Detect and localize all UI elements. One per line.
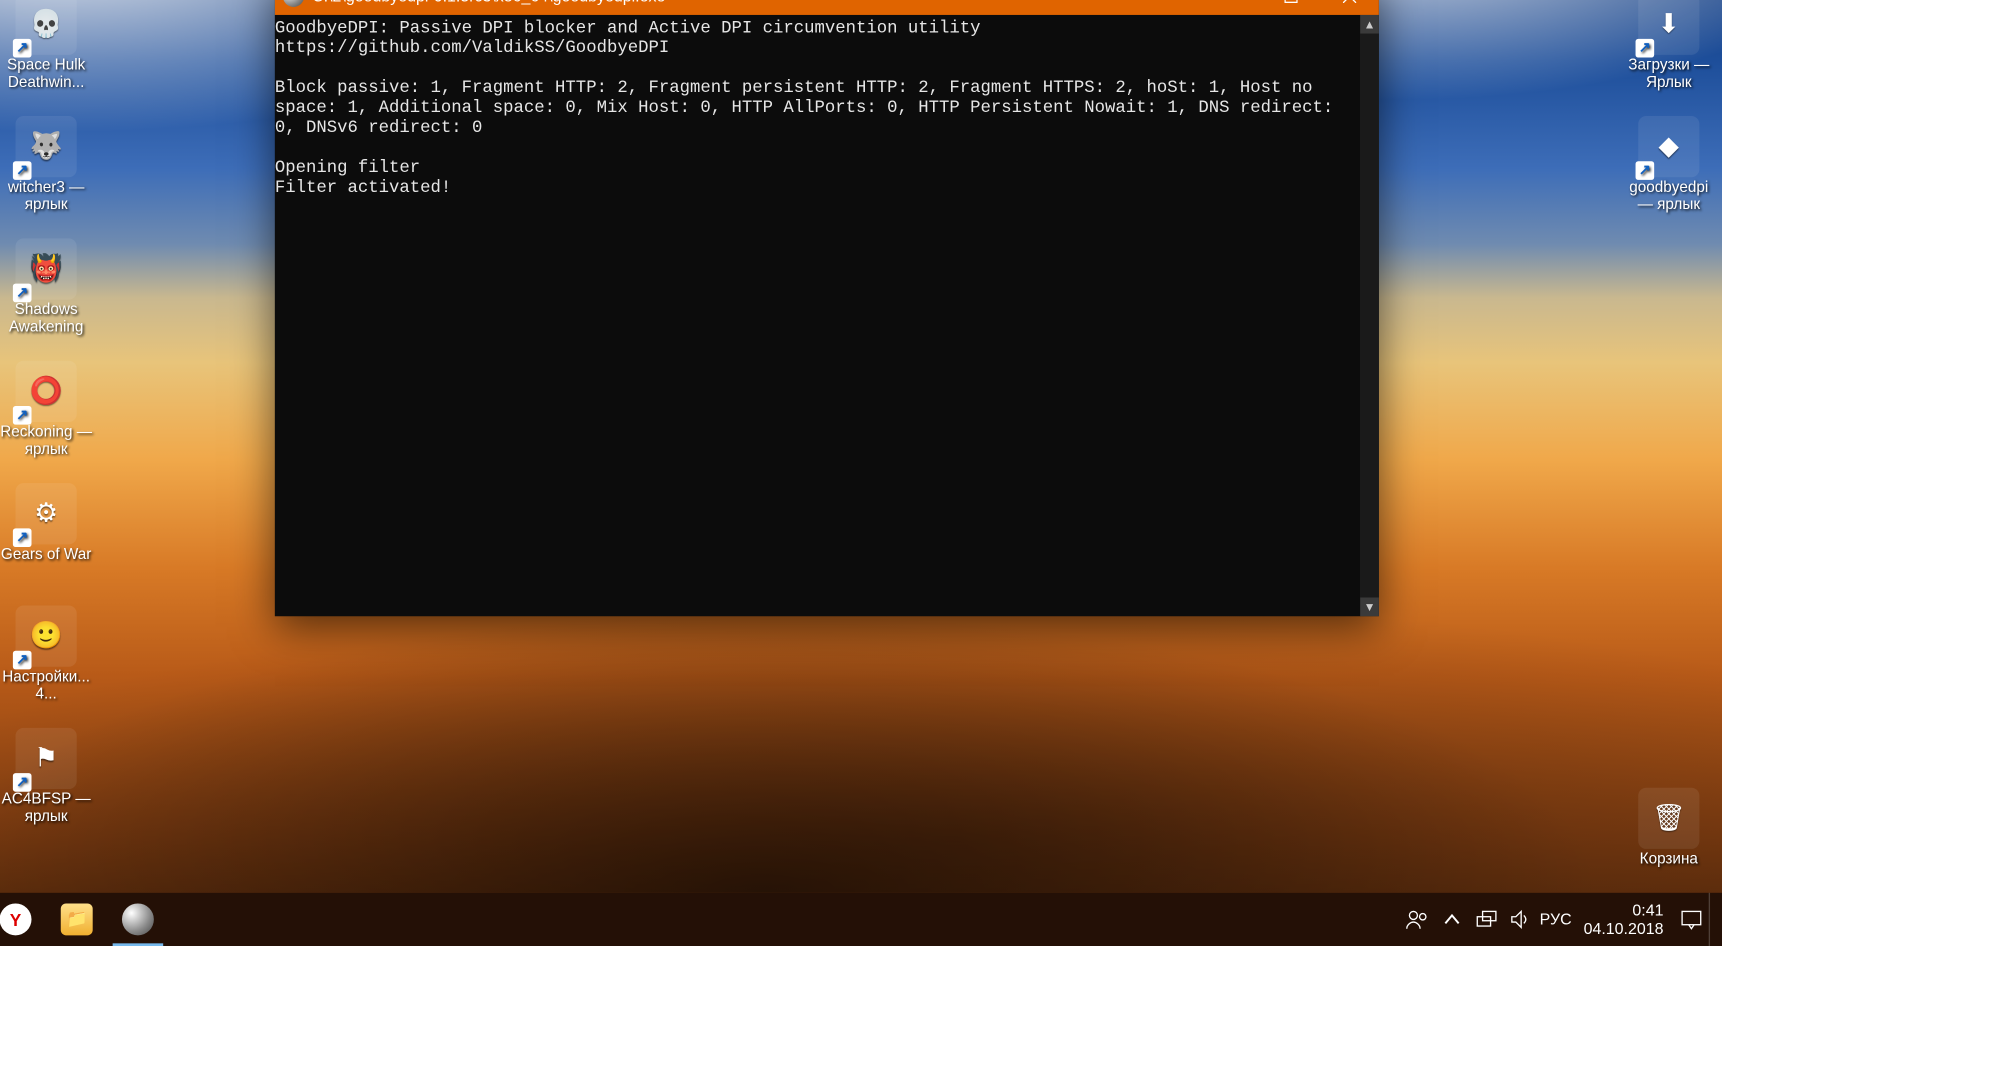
desktop-icon-right-2-label: goodbyedpi — ярлык xyxy=(1621,180,1717,215)
people-button[interactable] xyxy=(1400,893,1435,946)
scroll-down-icon[interactable]: ▼ xyxy=(1360,598,1379,617)
minimize-button[interactable] xyxy=(1203,0,1262,15)
close-icon xyxy=(1343,0,1356,3)
shortcut-arrow-icon: ↗ xyxy=(13,406,32,425)
console-window[interactable]: C:\2\goodbyedpi-0.1.5rc3\x86_64\goodbyed… xyxy=(275,0,1379,616)
tray-overflow-button[interactable] xyxy=(1435,893,1470,946)
close-button[interactable] xyxy=(1320,0,1379,15)
taskbar-app-yandex-browser[interactable]: Y xyxy=(0,893,46,946)
scrollbar[interactable]: ▲ ▼ xyxy=(1360,15,1379,616)
input-language[interactable]: РУС xyxy=(1538,893,1573,946)
volume-button[interactable] xyxy=(1504,893,1539,946)
goodbyedpi-console-icon xyxy=(122,903,154,935)
desktop-icon-right-2-icon: ◆↗ xyxy=(1638,116,1699,177)
desktop-icons-left: 🖥Этот компьютер🐉↗DDDA — ярлык⬛↗ShadowOfM… xyxy=(0,0,94,848)
clock-time: 0:41 xyxy=(1584,901,1664,920)
taskbar-apps: Y📁 xyxy=(0,893,169,946)
show-desktop-button[interactable] xyxy=(1709,893,1717,946)
app-icon xyxy=(283,0,304,7)
desktop-icon-right-2[interactable]: ◆↗goodbyedpi — ярлык xyxy=(1621,113,1717,235)
clock[interactable]: 0:41 04.10.2018 xyxy=(1573,901,1674,938)
clock-date: 04.10.2018 xyxy=(1584,919,1664,938)
recycle-bin-label: Корзина xyxy=(1621,852,1717,869)
desktop-icon-23-label: AC4BFSP — ярлык xyxy=(0,792,94,827)
chevron-up-icon xyxy=(1444,911,1460,927)
window-title: C:\2\goodbyedpi-0.1.5rc3\x86_64\goodbyed… xyxy=(312,0,665,6)
shortcut-arrow-icon: ↗ xyxy=(13,39,32,58)
shortcut-arrow-icon: ↗ xyxy=(13,773,32,792)
desktop-icon-11-icon: 👹↗ xyxy=(16,238,77,299)
network-button[interactable] xyxy=(1469,893,1504,946)
desktop-icon-20[interactable]: 🙂↗Настройки... 4... xyxy=(0,603,94,725)
desktop-icon-17-label: Gears of War xyxy=(0,547,94,564)
shortcut-arrow-icon: ↗ xyxy=(13,284,32,303)
maximize-button[interactable] xyxy=(1262,0,1321,15)
desktop-icon-5-label: Space Hulk Deathwin... xyxy=(0,58,94,93)
people-icon xyxy=(1405,907,1429,931)
titlebar[interactable]: C:\2\goodbyedpi-0.1.5rc3\x86_64\goodbyed… xyxy=(275,0,1379,15)
recycle-bin-slot: 🗑 Корзина xyxy=(1621,785,1717,869)
desktop-icon-right-1[interactable]: ⬇↗Загрузки — Ярлык xyxy=(1621,0,1717,113)
desktop-icon-23-icon: ⚑↗ xyxy=(16,728,77,789)
notification-icon xyxy=(1681,909,1702,930)
shortcut-arrow-icon: ↗ xyxy=(1636,161,1655,180)
desktop-icon-20-label: Настройки... 4... xyxy=(0,669,94,704)
shortcut-arrow-icon: ↗ xyxy=(1636,39,1655,58)
desktop-icon-5-icon: 💀↗ xyxy=(16,0,77,55)
taskbar: Y📁 РУС 0:41 04.10.2018 xyxy=(0,893,1722,946)
desktop-icon-17-icon: ⚙↗ xyxy=(16,483,77,544)
desktop-icon-8-label: witcher3 — ярлык xyxy=(0,180,94,215)
desktop-icon-14[interactable]: ⭕↗Reckoning — ярлык xyxy=(0,358,94,480)
shortcut-arrow-icon: ↗ xyxy=(13,528,32,547)
desktop-icon-23[interactable]: ⚑↗AC4BFSP — ярлык xyxy=(0,725,94,847)
taskbar-app-goodbyedpi-console[interactable] xyxy=(107,893,168,946)
action-center-button[interactable] xyxy=(1674,893,1709,946)
shortcut-arrow-icon: ↗ xyxy=(13,651,32,670)
shortcut-arrow-icon: ↗ xyxy=(13,161,32,180)
taskbar-app-file-explorer[interactable]: 📁 xyxy=(46,893,107,946)
network-icon xyxy=(1476,909,1497,930)
letterbox: 🖥Этот компьютер🐉↗DDDA — ярлык⬛↗ShadowOfM… xyxy=(0,0,2000,1080)
maximize-icon xyxy=(1284,0,1297,3)
file-explorer-icon: 📁 xyxy=(61,903,93,935)
desktop-icon-20-icon: 🙂↗ xyxy=(16,606,77,667)
volume-icon xyxy=(1510,909,1531,930)
minimize-icon xyxy=(1226,0,1239,3)
recycle-bin[interactable]: 🗑 Корзина xyxy=(1621,785,1717,869)
desktop-icon-14-icon: ⭕↗ xyxy=(16,361,77,422)
desktop-icon-right-1-icon: ⬇↗ xyxy=(1638,0,1699,55)
desktop-icon-14-label: Reckoning — ярлык xyxy=(0,425,94,460)
taskbar-left: Y📁 xyxy=(0,893,169,946)
system-tray: РУС 0:41 04.10.2018 xyxy=(1400,893,1722,946)
recycle-bin-icon: 🗑 xyxy=(1638,788,1699,849)
scroll-track[interactable] xyxy=(1360,34,1379,598)
yandex-browser-icon: Y xyxy=(0,903,32,935)
desktop-icon-8-icon: 🐺↗ xyxy=(16,116,77,177)
desktop-icon-11-label: Shadows Awakening xyxy=(0,302,94,337)
desktop-icon-8[interactable]: 🐺↗witcher3 — ярлык xyxy=(0,113,94,235)
console-output[interactable]: GoodbyeDPI: Passive DPI blocker and Acti… xyxy=(275,15,1360,616)
scroll-up-icon[interactable]: ▲ xyxy=(1360,15,1379,34)
desktop-icon-17[interactable]: ⚙↗ Gears of War xyxy=(0,480,94,602)
desktop-icons-right: 📄↗Документы — ярлык⬇↗Загрузки — Ярлык◆↗g… xyxy=(1621,0,1717,236)
desktop-icon-11[interactable]: 👹↗Shadows Awakening xyxy=(0,236,94,358)
desktop-icon-right-1-label: Загрузки — Ярлык xyxy=(1621,58,1717,93)
desktop-icon-5[interactable]: 💀↗Space Hulk Deathwin... xyxy=(0,0,94,113)
